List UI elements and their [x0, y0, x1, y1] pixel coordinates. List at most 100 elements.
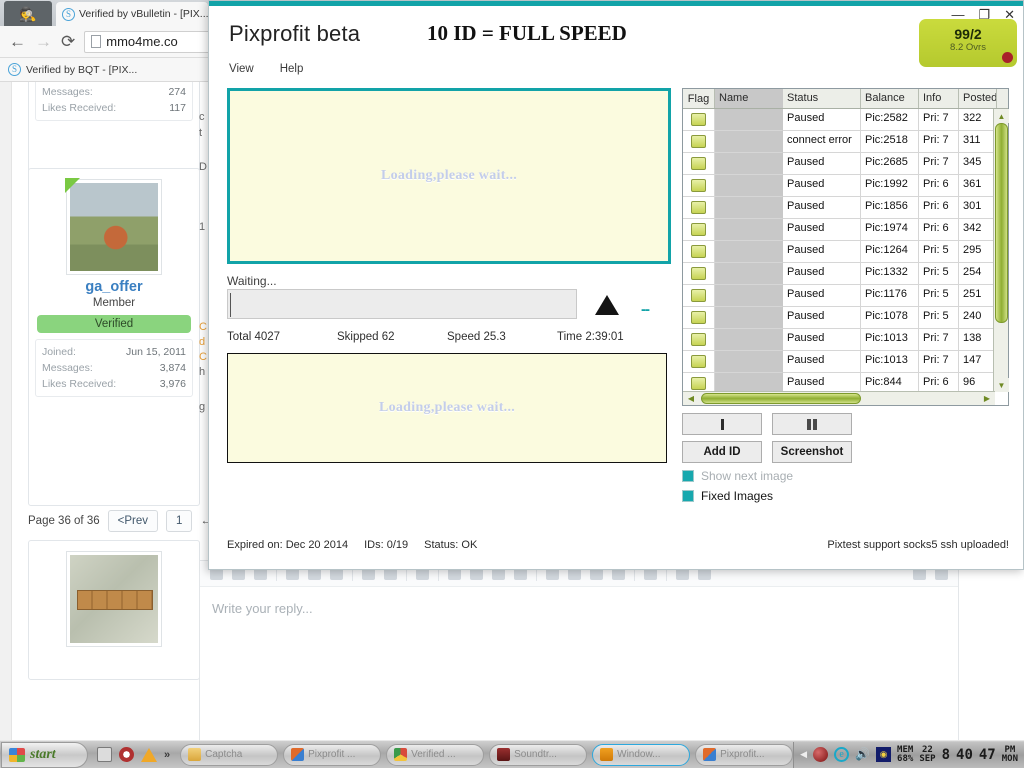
table-row[interactable]: Paused Pic:844 Pri: 6 96: [683, 373, 1008, 392]
incognito-hat-icon[interactable]: 🕵: [4, 1, 52, 26]
volume-icon[interactable]: 🔊: [855, 747, 870, 762]
screenshot-button[interactable]: Screenshot: [772, 441, 852, 463]
taskbar-item[interactable]: Captcha: [180, 743, 279, 766]
table-row[interactable]: Paused Pic:1856 Pri: 6 301: [683, 197, 1008, 219]
flag-icon[interactable]: [691, 179, 706, 192]
checkbox-icon[interactable]: [682, 470, 694, 482]
table-row[interactable]: Paused Pic:1992 Pri: 6 361: [683, 175, 1008, 197]
flag-icon[interactable]: [691, 289, 706, 302]
flag-icon[interactable]: [691, 355, 706, 368]
warning-icon[interactable]: [141, 747, 157, 762]
stat-label: Likes Received:: [42, 102, 117, 114]
taskbar-item-label: Verified ...: [411, 749, 456, 760]
add-id-button[interactable]: Add ID: [682, 441, 762, 463]
column-header-posted[interactable]: Posted: [959, 89, 997, 108]
network-icon[interactable]: ◉: [876, 747, 892, 762]
pause-button[interactable]: [772, 413, 852, 435]
reply-input[interactable]: Write your reply...: [200, 587, 958, 630]
column-header-status[interactable]: Status: [783, 89, 861, 108]
ie-icon[interactable]: e: [834, 747, 850, 762]
taskbar-item[interactable]: Pixprofit ...: [283, 743, 382, 766]
incognito-glyph: 🕵: [19, 5, 37, 22]
table-row[interactable]: Paused Pic:1332 Pri: 5 254: [683, 263, 1008, 285]
cell-posted: 301: [959, 197, 997, 219]
taskbar-item[interactable]: Pixprofit...: [695, 743, 794, 766]
opera-icon[interactable]: [119, 747, 134, 762]
menu-item-help[interactable]: Help: [280, 63, 304, 75]
taskbar-item[interactable]: Verified ...: [386, 743, 485, 766]
flag-icon[interactable]: [691, 223, 706, 236]
avatar[interactable]: [66, 551, 162, 647]
horizontal-scroll-thumb[interactable]: [701, 393, 861, 404]
chevron-more-icon[interactable]: »: [164, 749, 170, 761]
back-icon[interactable]: ←: [9, 32, 26, 52]
scroll-up-icon[interactable]: ▲: [994, 109, 1009, 123]
table-row[interactable]: Paused Pic:2685 Pri: 7 345: [683, 153, 1008, 175]
prev-page-button[interactable]: <Prev: [107, 510, 158, 532]
browser-tab[interactable]: S Verified by vBulletin - [PIX...: [56, 2, 208, 26]
avatar-corner-flag-icon: [65, 178, 80, 193]
image-viewer-secondary[interactable]: Loading,please wait...: [227, 353, 667, 463]
cell-balance: Pic:1856: [861, 197, 919, 219]
scroll-left-icon[interactable]: ◀: [683, 392, 699, 405]
reload-icon[interactable]: ⟳: [61, 32, 75, 52]
table-horizontal-scrollbar[interactable]: ◀ ▶: [683, 391, 995, 405]
flag-icon[interactable]: [691, 245, 706, 258]
fixed-images-option[interactable]: Fixed Images: [682, 489, 1012, 503]
pagination-label: Page 36 of 36: [28, 515, 100, 527]
page-scrollbar[interactable]: [0, 82, 12, 740]
record-icon[interactable]: [813, 747, 829, 762]
play-triangle-icon[interactable]: [595, 295, 619, 315]
scroll-right-icon[interactable]: ▶: [979, 392, 995, 405]
table-row[interactable]: Paused Pic:1013 Pri: 7 147: [683, 351, 1008, 373]
show-desktop-icon[interactable]: [97, 747, 112, 762]
show-next-image-option[interactable]: Show next image: [682, 469, 1012, 483]
table-row[interactable]: Paused Pic:1078 Pri: 5 240: [683, 307, 1008, 329]
column-header-flag[interactable]: Flag: [683, 89, 715, 108]
post-body-fragment: C: [199, 321, 207, 333]
table-body[interactable]: Paused Pic:2582 Pri: 7 322 connect error Pic:…: [683, 109, 1008, 392]
flag-icon[interactable]: [691, 201, 706, 214]
flag-icon[interactable]: [691, 333, 706, 346]
taskbar-item[interactable]: Soundtr...: [489, 743, 588, 766]
stat-row: Joined: Jun 15, 2011: [42, 344, 186, 360]
flag-icon[interactable]: [691, 157, 706, 170]
table-vertical-scrollbar[interactable]: ▲ ▼: [993, 109, 1009, 392]
table-row[interactable]: connect error Pic:2518 Pri: 7 311: [683, 131, 1008, 153]
avatar-image: [70, 183, 158, 271]
scroll-down-icon[interactable]: ▼: [994, 378, 1009, 392]
flag-icon[interactable]: [691, 311, 706, 324]
menu-item-view[interactable]: View: [229, 63, 254, 75]
stat-label: Messages:: [42, 362, 93, 374]
chevron-left-icon[interactable]: ◀: [800, 749, 807, 760]
avatar[interactable]: [65, 178, 162, 275]
table-row[interactable]: Paused Pic:1013 Pri: 7 138: [683, 329, 1008, 351]
start-button[interactable]: start: [1, 741, 88, 768]
table-row[interactable]: Paused Pic:2582 Pri: 7 322: [683, 109, 1008, 131]
cricket-score-widget[interactable]: 99/2 8.2 Ovrs: [919, 19, 1017, 67]
stats-row: Total 4027 Skipped 62 Speed 25.3 Time 2:…: [227, 331, 667, 343]
cell-status: Paused: [783, 307, 861, 329]
clock-meridiem-day: PM MON: [1001, 744, 1018, 764]
column-header-info[interactable]: Info: [919, 89, 959, 108]
page-number-button[interactable]: 1: [166, 510, 193, 532]
post-username[interactable]: ga_offer: [29, 279, 199, 295]
table-row[interactable]: Paused Pic:1176 Pri: 5 251: [683, 285, 1008, 307]
cell-status: Paused: [783, 285, 861, 307]
cell-flag: [683, 219, 715, 241]
bookmark-item[interactable]: Verified by BQT - [PIX...: [26, 64, 137, 76]
flag-icon[interactable]: [691, 377, 706, 390]
table-row[interactable]: Paused Pic:1264 Pri: 5 295: [683, 241, 1008, 263]
vertical-scroll-thumb[interactable]: [995, 123, 1008, 323]
flag-icon[interactable]: [691, 267, 706, 280]
column-header-balance[interactable]: Balance: [861, 89, 919, 108]
table-row[interactable]: Paused Pic:1974 Pri: 6 342: [683, 219, 1008, 241]
forward-icon[interactable]: →: [35, 32, 52, 52]
start-button[interactable]: [682, 413, 762, 435]
flag-icon[interactable]: [691, 135, 706, 148]
column-header-name[interactable]: Name: [715, 89, 783, 108]
flag-icon[interactable]: [691, 113, 706, 126]
image-viewer-primary[interactable]: Loading,please wait...: [227, 88, 671, 264]
taskbar-item[interactable]: Window...: [592, 743, 691, 766]
checkbox-icon[interactable]: [682, 490, 694, 502]
